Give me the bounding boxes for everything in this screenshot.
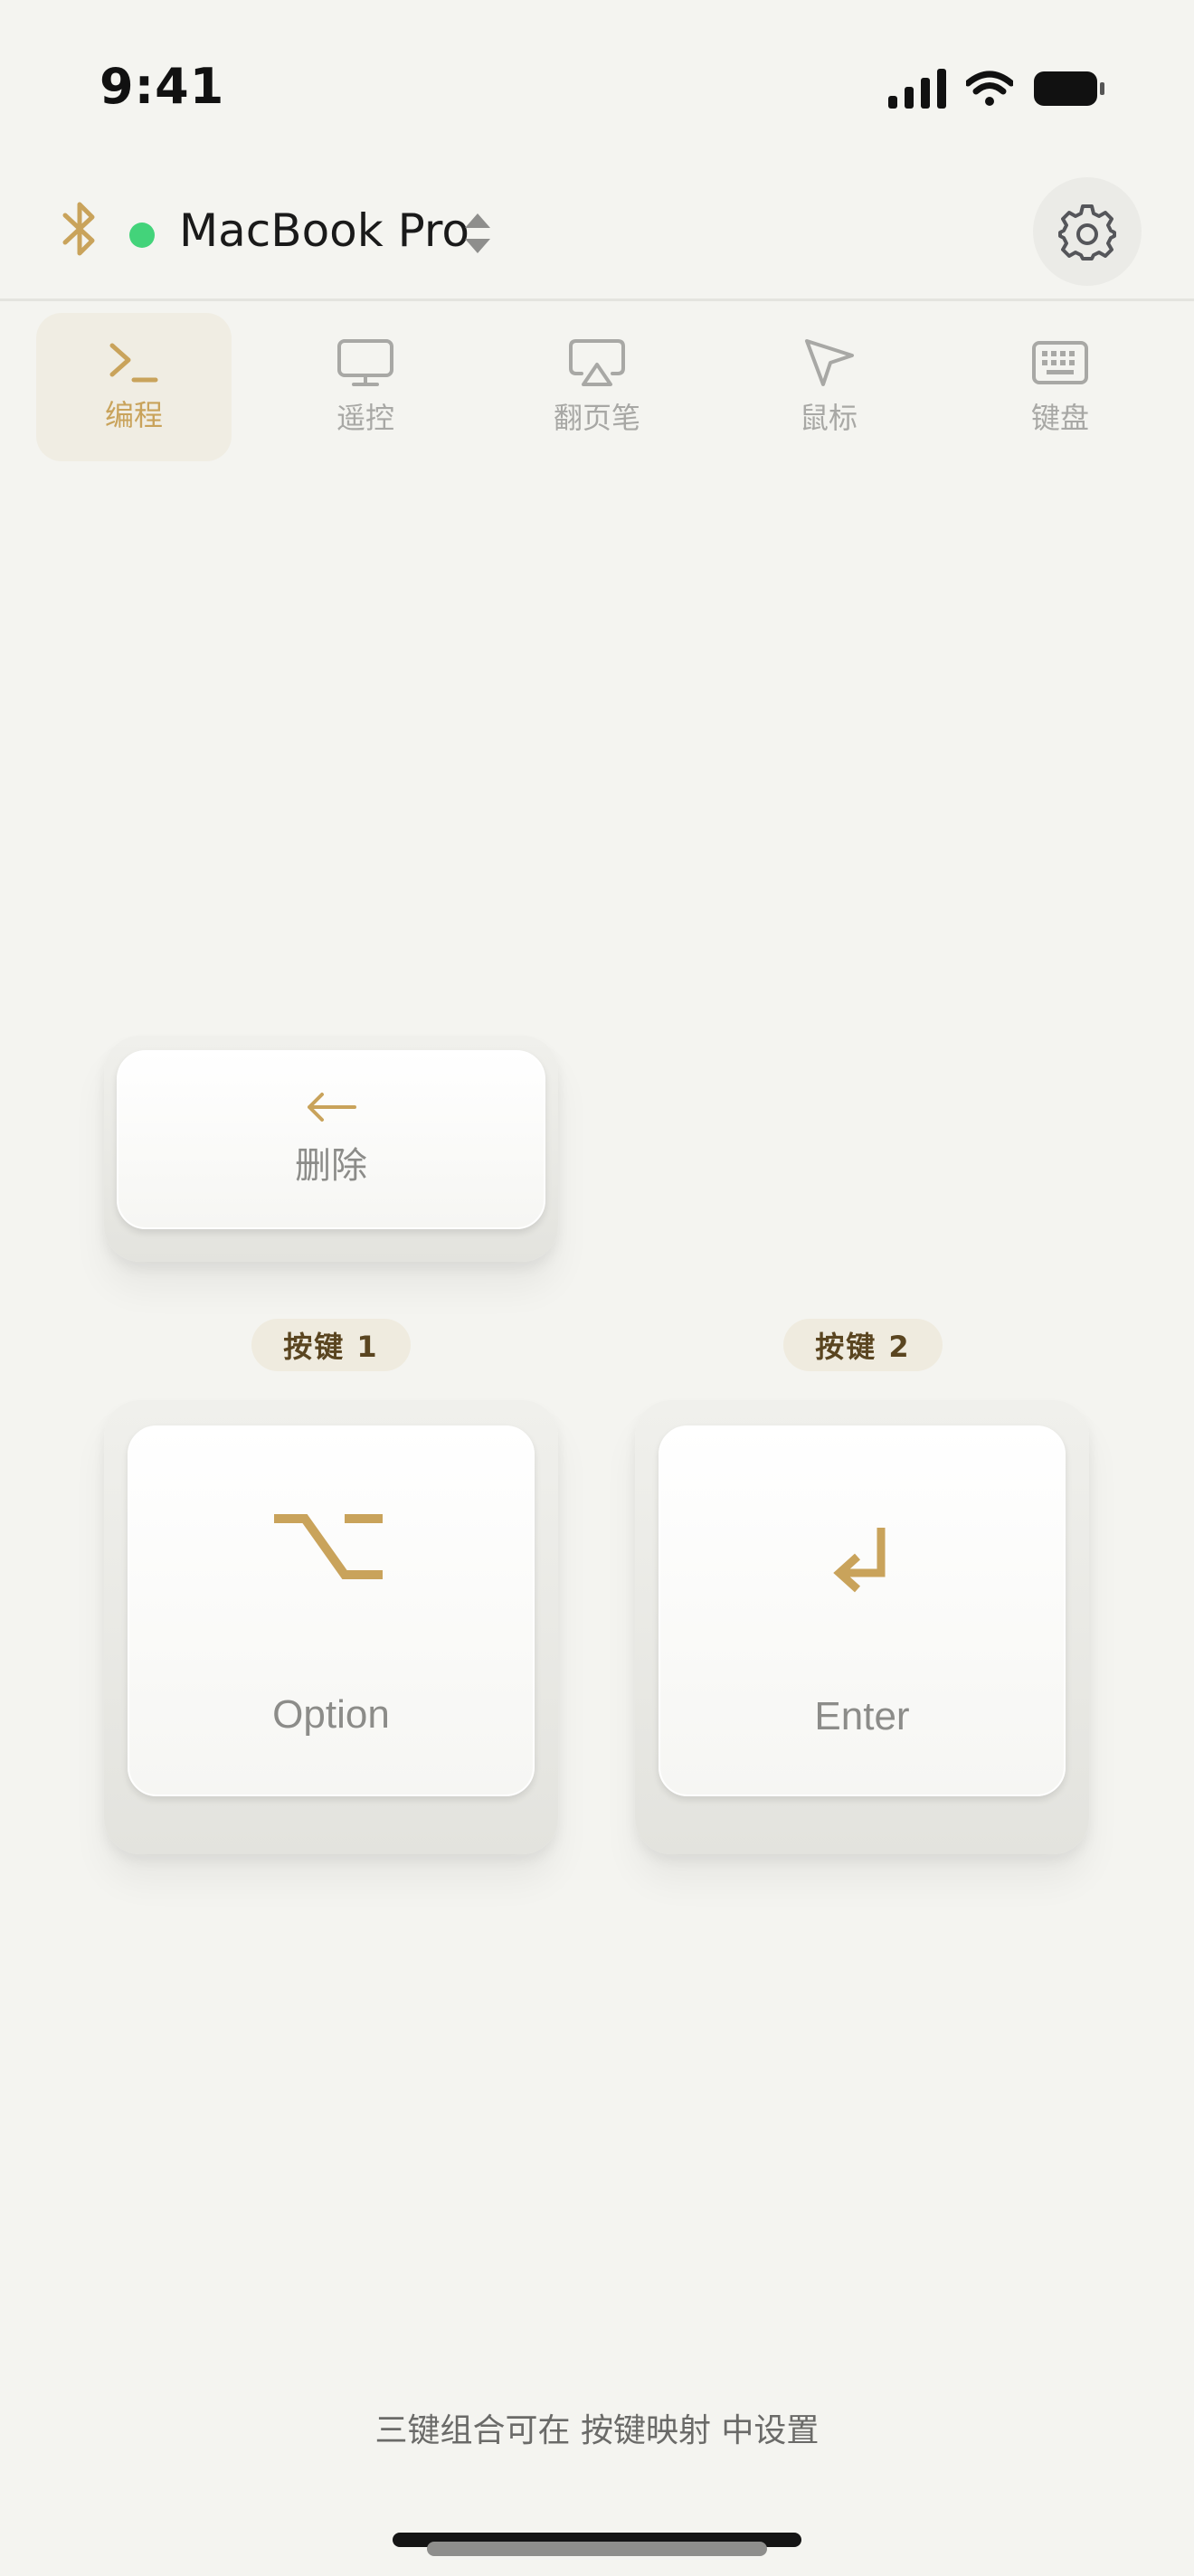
enter-key-label: Enter [814,1694,910,1738]
delete-key[interactable]: 删除 [104,1036,558,1262]
gear-icon [1058,204,1116,260]
delete-key-face: 删除 [117,1050,545,1229]
tab-keyboard[interactable]: 键盘 [962,313,1158,461]
option-key-face: Option [128,1425,535,1796]
tab-label: 编程 [104,398,163,432]
combo-hint: 三键组合可在 按键映射 中设置 [374,2412,820,2449]
keyboard-icon [1032,341,1088,384]
delete-key-label: 删除 [295,1145,367,1187]
settings-button[interactable] [1033,177,1142,286]
battery-icon [1034,71,1104,106]
status-icons [888,69,1105,109]
tab-label: 翻页笔 [553,401,640,435]
airplay-icon [569,339,625,386]
tab-label: 键盘 [1030,401,1089,435]
status-time: 9:41 [100,58,225,115]
arrow-left-icon [308,1093,356,1122]
tab-programming[interactable]: 编程 [36,313,232,461]
device-name[interactable]: MacBook Pro [179,204,469,257]
option-key[interactable]: Option [104,1400,558,1854]
header: MacBook Pro [0,172,1194,298]
mode-tabs: 编程 遥控 翻页笔 鼠标 键盘 [36,313,1158,461]
terminal-icon [109,343,158,383]
enter-key[interactable]: Enter [635,1400,1089,1854]
tab-mouse[interactable]: 鼠标 [731,313,926,461]
enter-key-face: Enter [659,1425,1066,1796]
pointer-icon [805,339,854,386]
home-indicator-inner [427,2542,767,2556]
wifi-icon [966,71,1013,106]
slot-2-badge: 按键 2 [783,1319,943,1371]
return-icon [833,1528,886,1593]
monitor-icon [337,339,393,386]
chevron-up-down-icon[interactable] [460,206,496,260]
bluetooth-icon [62,202,95,256]
tab-remote[interactable]: 遥控 [268,313,463,461]
option-icon [274,1514,383,1579]
tab-presenter[interactable]: 翻页笔 [499,313,695,461]
option-key-label: Option [272,1692,390,1737]
tab-label: 鼠标 [799,401,858,435]
cellular-signal-icon [888,69,946,109]
header-divider [0,298,1194,301]
connection-status-dot [129,223,155,248]
status-bar: 9:41 [0,0,1194,172]
slot-1-badge: 按键 1 [251,1319,411,1371]
tab-label: 遥控 [336,401,394,435]
